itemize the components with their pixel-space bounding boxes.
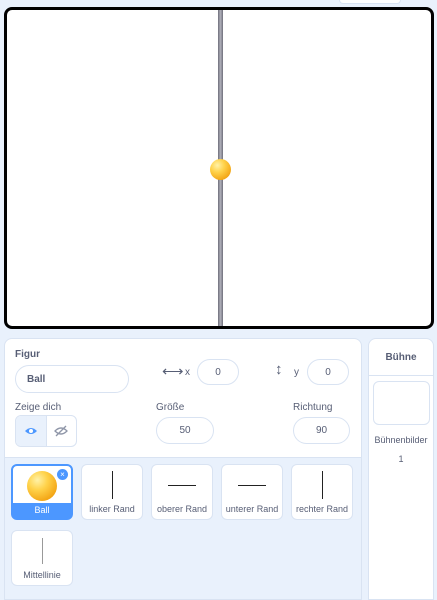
sprite-thumbnail xyxy=(292,469,352,501)
backdrops-label: Bühnenbilder xyxy=(374,435,428,445)
sprite-info: Figur Ball ⟷ x 0 ↕ y 0 Zeige dich Größe xyxy=(5,339,361,458)
ball-thumbnail xyxy=(27,471,57,501)
show-button[interactable] xyxy=(16,416,46,446)
delete-icon[interactable]: × xyxy=(57,469,68,480)
x-label: x xyxy=(185,367,190,378)
line-thumbnail xyxy=(321,471,323,499)
x-input[interactable]: 0 xyxy=(197,359,239,385)
backdrop-thumbnail[interactable] xyxy=(373,381,430,425)
sprite-name: Ball xyxy=(13,503,71,518)
visibility-toggle xyxy=(15,415,77,447)
size-label: Größe xyxy=(156,402,185,413)
sprite-tile-rechter-rand[interactable]: rechter Rand xyxy=(291,464,353,520)
line-thumbnail xyxy=(111,471,113,499)
sprite-name: unterer Rand xyxy=(225,504,279,514)
sprite-thumbnail xyxy=(82,469,142,501)
sprite-tile-oberer-rand[interactable]: oberer Rand xyxy=(151,464,213,520)
eye-icon xyxy=(24,428,37,434)
sprite-tile-linker-rand[interactable]: linker Rand xyxy=(81,464,143,520)
backdrops-count: 1 xyxy=(398,454,404,464)
line-thumbnail xyxy=(41,538,43,564)
size-input[interactable]: 50 xyxy=(156,417,214,444)
direction-input[interactable]: 90 xyxy=(293,417,350,444)
ball-sprite[interactable] xyxy=(210,159,231,180)
stage-size-button[interactable] xyxy=(339,0,401,4)
sprite-name: oberer Rand xyxy=(156,504,208,514)
stage-title: Bühne xyxy=(369,339,433,376)
sprite-pane: Figur Ball ⟷ x 0 ↕ y 0 Zeige dich Größe xyxy=(4,338,362,600)
sprite-heading: Figur xyxy=(15,349,40,360)
y-label: y xyxy=(294,367,299,378)
show-label: Zeige dich xyxy=(15,402,62,413)
sprite-thumbnail xyxy=(152,469,212,501)
line-thumbnail xyxy=(238,484,266,486)
sprite-name: Mittellinie xyxy=(23,570,61,580)
sprite-list: × Ball linker Rand oberer Rand unterer R… xyxy=(5,458,361,599)
x-arrows-icon: ⟷ xyxy=(162,363,184,380)
eye-hidden-icon xyxy=(54,425,69,437)
sprite-thumbnail xyxy=(12,535,72,567)
line-thumbnail xyxy=(168,484,196,486)
stage-canvas[interactable] xyxy=(4,7,434,329)
hide-button[interactable] xyxy=(45,416,77,446)
sprite-tile-mittellinie[interactable]: Mittellinie xyxy=(11,530,73,586)
sprite-tile-unterer-rand[interactable]: unterer Rand xyxy=(221,464,283,520)
sprite-name-input[interactable]: Ball xyxy=(15,365,129,393)
y-arrows-icon: ↕ xyxy=(275,361,283,378)
stage-selector[interactable]: Bühne Bühnenbilder 1 xyxy=(368,338,434,600)
sprite-thumbnail xyxy=(222,469,282,501)
sprite-name: linker Rand xyxy=(89,504,135,514)
direction-label: Richtung xyxy=(293,402,333,413)
y-input[interactable]: 0 xyxy=(307,359,349,385)
sprite-tile-ball[interactable]: × Ball xyxy=(11,464,73,520)
sprite-name: rechter Rand xyxy=(295,504,349,514)
